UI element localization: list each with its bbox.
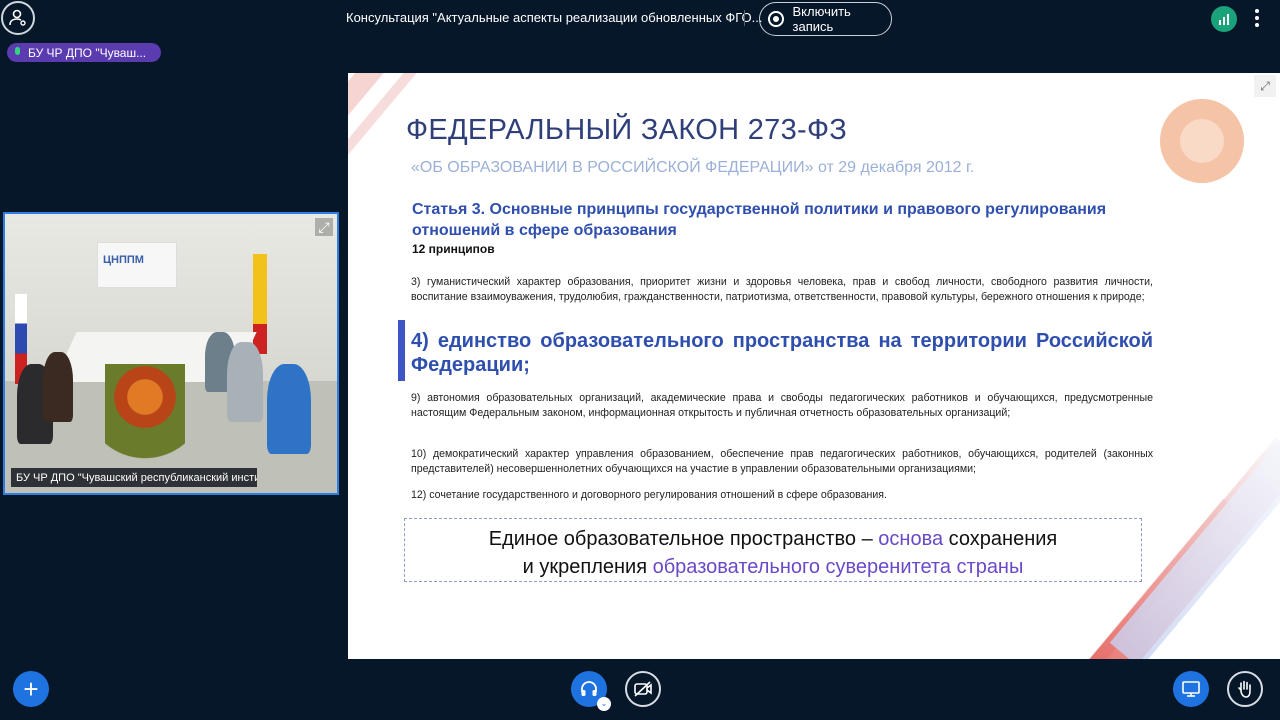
audio-options-chevron[interactable]: ⌄ xyxy=(597,697,611,711)
participant-name: БУ ЧР ДПО "Чувашский республиканский инс… xyxy=(16,471,257,484)
record-icon xyxy=(768,11,784,27)
screen-share-button[interactable] xyxy=(1173,671,1209,707)
active-speaker-badge[interactable]: БУ ЧР ДПО "Чуваш... xyxy=(7,43,161,62)
active-speaker-name: БУ ЧР ДПО "Чуваш... xyxy=(28,45,147,60)
more-vertical-icon xyxy=(1255,8,1259,13)
headphones-icon xyxy=(581,681,597,696)
screen-share-icon xyxy=(1182,681,1200,697)
record-button[interactable]: Включить запись xyxy=(759,2,892,36)
participant-figure xyxy=(43,352,73,422)
raise-hand-icon xyxy=(1238,680,1251,698)
raise-hand-button[interactable] xyxy=(1227,671,1263,707)
conclusion-line-2: и укрепления образовательного суверените… xyxy=(522,556,1024,578)
principle-4: 4) единство образовательного пространств… xyxy=(411,330,1153,376)
user-settings-icon xyxy=(9,9,26,26)
microphone-icon xyxy=(12,46,22,59)
principles-count: 12 принципов xyxy=(412,242,495,256)
fullscreen-icon[interactable]: ⤢ xyxy=(1254,75,1276,97)
flower-bouquet xyxy=(105,364,185,474)
add-button[interactable]: + xyxy=(13,671,49,707)
user-settings-button[interactable] xyxy=(1,1,35,35)
conference-title: Консультация "Актуальные аспекты реализа… xyxy=(346,10,763,25)
conclusion-box: Единое образовательное пространство – ос… xyxy=(404,518,1142,582)
more-menu-button[interactable] xyxy=(1251,7,1263,29)
slide-subtitle: «ОБ ОБРАЗОВАНИИ В РОССИЙСКОЙ ФЕДЕРАЦИИ» … xyxy=(411,159,975,176)
title-divider xyxy=(744,10,745,26)
expand-icon[interactable]: ⤢ xyxy=(315,218,333,236)
institute-seal-logo xyxy=(1160,99,1244,183)
signal-strength-icon[interactable] xyxy=(1211,6,1237,32)
participant-figure xyxy=(267,364,311,454)
presentation-slide: ⤢ ФЕДЕРАЛЬНЫЙ ЗАКОН 273-ФЗ «ОБ ОБРАЗОВАН… xyxy=(348,73,1280,659)
participant-video-tile[interactable]: ЦНППМ ⤢ БУ ЧР ДПО "Чувашский республикан… xyxy=(3,212,339,495)
principle-3: 3) гуманистический характер образования,… xyxy=(411,276,1153,303)
highlight-bar xyxy=(398,320,405,381)
record-label: Включить запись xyxy=(792,4,851,34)
principle-12: 12) сочетание государственного и договор… xyxy=(411,489,887,501)
camera-off-icon xyxy=(634,681,652,697)
regional-flag xyxy=(253,254,267,354)
participant-figure xyxy=(227,342,263,422)
participant-label[interactable]: БУ ЧР ДПО "Чувашский республиканский инс… xyxy=(11,468,257,487)
principle-10: 10) демократический характер управления … xyxy=(411,448,1153,475)
conclusion-line-1: Единое образовательное пространство – ос… xyxy=(488,528,1058,550)
principle-9: 9) автономия образовательных организаций… xyxy=(411,392,1153,419)
plus-icon: + xyxy=(23,674,39,704)
video-banner-text: ЦНППМ xyxy=(103,254,144,266)
camera-toggle-button[interactable] xyxy=(625,671,661,707)
audio-button[interactable]: ⌄ xyxy=(571,671,611,711)
article-heading: Статья 3. Основные принципы государствен… xyxy=(412,201,1107,239)
slide-title: ФЕДЕРАЛЬНЫЙ ЗАКОН 273-ФЗ xyxy=(406,114,848,146)
